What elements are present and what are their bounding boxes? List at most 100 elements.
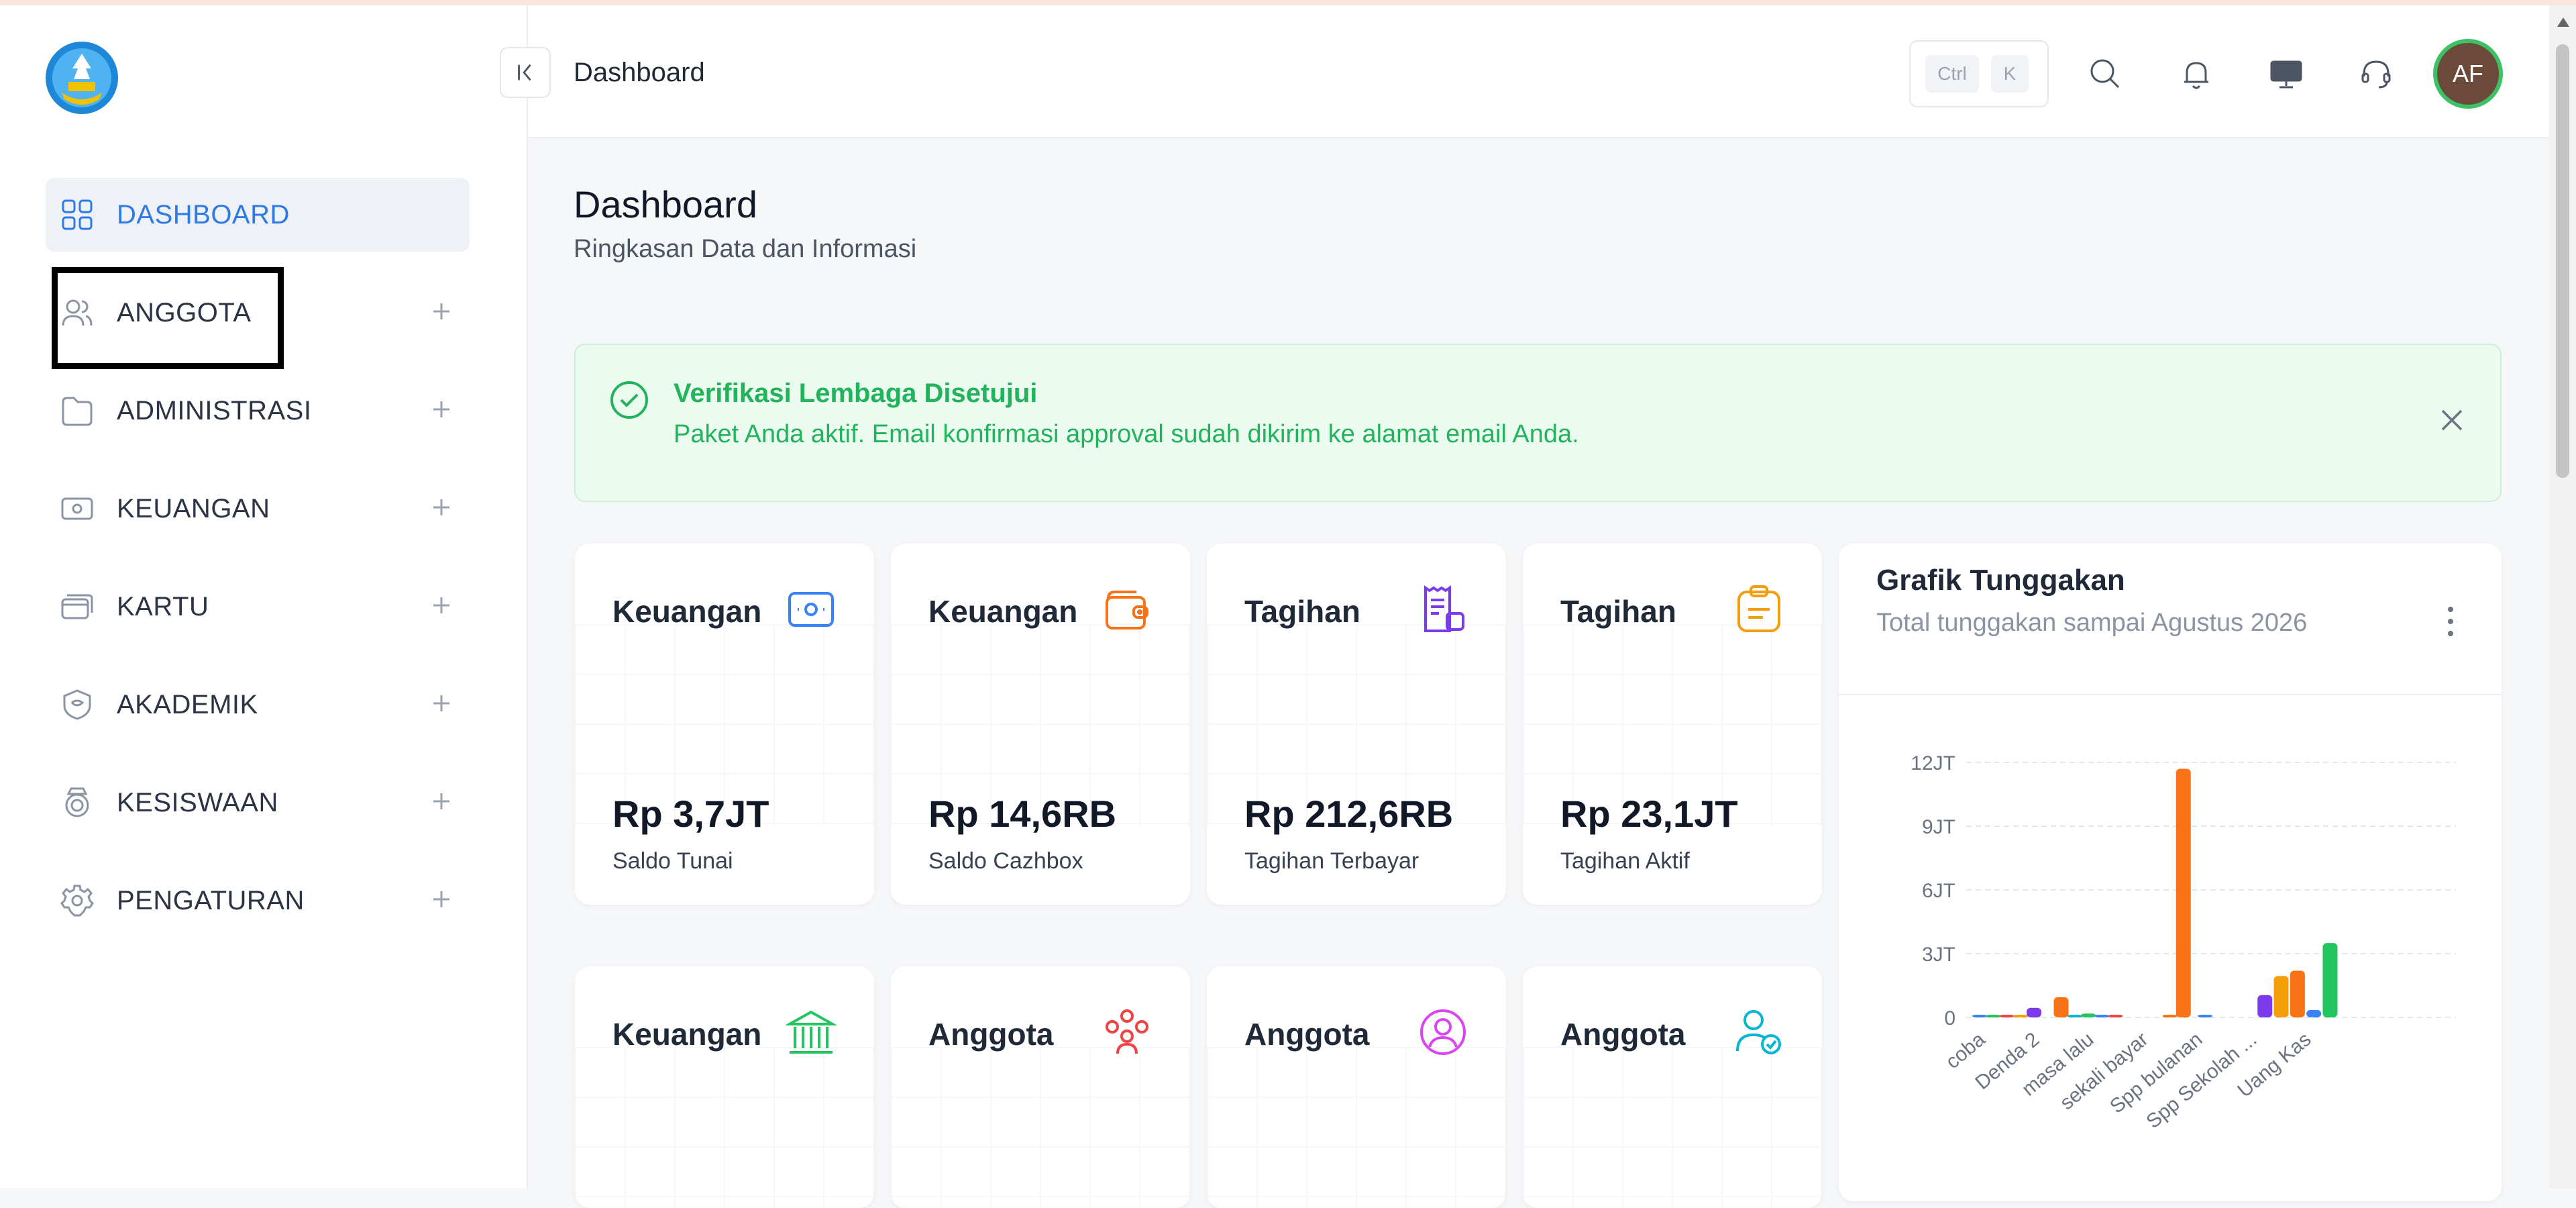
header-title: Dashboard — [574, 58, 705, 87]
page-scrollbar[interactable] — [2549, 5, 2576, 1189]
sidebar-item-label: KEUANGAN — [117, 494, 270, 523]
chart-bar — [2027, 1007, 2041, 1017]
expand-plus-icon[interactable] — [428, 396, 455, 423]
sidebar-item-administrasi[interactable]: ADMINISTRASI — [46, 374, 470, 448]
stat-card-anggota-user[interactable]: Anggota — [1207, 966, 1506, 1208]
chart-bar — [2257, 995, 2273, 1017]
grid-icon — [62, 199, 93, 230]
bell-icon[interactable] — [2178, 55, 2215, 93]
expand-plus-icon[interactable] — [428, 886, 455, 913]
ctrl-key: Ctrl — [1925, 55, 1979, 93]
stat-card-tagihan-terbayar[interactable]: Tagihan Rp 212,6RB Tagihan Terbayar — [1207, 544, 1506, 905]
expand-plus-icon[interactable] — [428, 298, 455, 325]
stat-card-keuangan[interactable]: Keuangan — [575, 966, 874, 1208]
card-title: Tagihan — [1244, 594, 1360, 629]
scroll-up-arrow[interactable] — [2557, 17, 2569, 27]
folder-icon — [62, 397, 93, 426]
y-tick-label: 0 — [1944, 1007, 1955, 1029]
user-avatar[interactable]: AF — [2433, 39, 2503, 109]
card-label: Saldo Tunai — [612, 848, 733, 874]
expand-plus-icon[interactable] — [428, 788, 455, 815]
chart-bar — [2081, 1013, 2096, 1017]
sidebar-item-dashboard[interactable]: DASHBOARD — [46, 178, 470, 252]
wallet-icon — [1106, 591, 1148, 630]
y-tick-label: 9JT — [1922, 816, 1955, 838]
card-pattern — [891, 1047, 1190, 1208]
cash-icon — [788, 592, 834, 627]
stat-card-anggota-check[interactable]: Anggota — [1523, 966, 1822, 1208]
top-accent-line — [0, 0, 2576, 5]
scroll-thumb[interactable] — [2556, 44, 2569, 478]
bar-chart: 03JT6JT9JT12JTcobaDenda 2masa lalusekali… — [1911, 752, 2456, 1133]
card-label: Saldo Cazhbox — [928, 848, 1083, 874]
chart-bar — [2273, 976, 2289, 1017]
sidebar-item-keuangan[interactable]: KEUANGAN — [46, 472, 470, 546]
chart-title: Grafik Tunggakan — [1876, 564, 2125, 597]
command-palette-button[interactable]: Ctrl K — [1909, 40, 2049, 107]
user-circle-icon — [1420, 1009, 1466, 1055]
card-title: Anggota — [928, 1017, 1054, 1052]
collapse-sidebar-button[interactable] — [500, 47, 551, 98]
user-check-icon — [1736, 1010, 1781, 1054]
chart-bar — [2306, 1009, 2322, 1017]
card-value: Rp 23,1JT — [1560, 793, 1738, 835]
search-icon[interactable] — [2086, 55, 2124, 93]
y-tick-label: 12JT — [1911, 752, 1955, 774]
expand-plus-icon[interactable] — [428, 494, 455, 521]
sidebar-item-label: AKADEMIK — [117, 690, 258, 719]
stat-card-tagihan-aktif[interactable]: Tagihan Rp 23,1JT Tagihan Aktif — [1523, 544, 1822, 905]
sidebar-item-kesiswaan[interactable]: KESISWAAN — [46, 766, 470, 840]
chart-bar — [1999, 1015, 2015, 1017]
chart-bar — [2176, 768, 2191, 1017]
group-icon — [1106, 1009, 1148, 1054]
student-icon — [65, 787, 89, 817]
card-label: Tagihan Aktif — [1560, 848, 1690, 874]
card-pattern — [1207, 1047, 1506, 1208]
chart-bar — [2094, 1015, 2110, 1017]
headset-icon[interactable] — [2357, 55, 2395, 93]
page-title: Dashboard — [574, 183, 757, 225]
sidebar-item-akademik[interactable]: AKADEMIK — [46, 668, 470, 742]
sidebar: DASHBOARD ANGGOTA ADMINISTRASI KEUANGAN … — [0, 5, 528, 1189]
close-icon[interactable] — [2436, 404, 2468, 436]
sidebar-item-label: KESISWAAN — [117, 788, 278, 817]
chart-bar — [2322, 943, 2338, 1017]
card-value: Rp 212,6RB — [1244, 793, 1454, 835]
chart-bar — [1986, 1015, 2001, 1017]
receipt-icon — [1424, 585, 1464, 632]
monitor-icon[interactable] — [2267, 55, 2305, 93]
stat-card-anggota-group[interactable]: Anggota — [891, 966, 1190, 1208]
expand-plus-icon[interactable] — [428, 690, 455, 717]
alert-title: Verifikasi Lembaga Disetujui — [674, 379, 1038, 408]
chart-bar — [1972, 1015, 1987, 1017]
sidebar-item-label: KARTU — [117, 592, 209, 621]
chart-card-tunggakan: Grafik Tunggakan Total tunggakan sampai … — [1839, 544, 2502, 1201]
card-value: Rp 3,7JT — [612, 793, 769, 835]
collapse-icon — [518, 64, 531, 81]
institution-logo — [46, 42, 118, 114]
card-icon — [61, 594, 93, 619]
bank-icon — [786, 1010, 837, 1054]
sidebar-item-kartu[interactable]: KARTU — [46, 570, 470, 644]
chart-bar — [2012, 1015, 2028, 1017]
clipboard-icon — [1737, 585, 1780, 632]
chart-bar — [2198, 1015, 2213, 1017]
chart-bar — [2067, 1015, 2082, 1017]
x-tick-label: coba — [1941, 1028, 1989, 1073]
card-title: Keuangan — [612, 1017, 762, 1052]
card-title: Anggota — [1244, 1017, 1370, 1052]
stat-card-saldo-tunai[interactable]: Keuangan Rp 3,7JT Saldo Tunai — [575, 544, 874, 905]
card-title: Anggota — [1560, 1017, 1686, 1052]
chart-bar — [2108, 1015, 2123, 1017]
chart-bar — [2053, 997, 2069, 1017]
y-tick-label: 3JT — [1922, 944, 1955, 966]
money-icon — [61, 497, 93, 520]
stat-card-saldo-cazhbox[interactable]: Keuangan Rp 14,6RB Saldo Cazhbox — [891, 544, 1190, 905]
card-title: Keuangan — [612, 594, 762, 629]
k-key: K — [1991, 55, 2029, 93]
expand-plus-icon[interactable] — [428, 592, 455, 619]
card-pattern — [1523, 1047, 1822, 1208]
more-vertical-icon[interactable] — [2444, 601, 2457, 642]
y-tick-label: 6JT — [1922, 880, 1955, 902]
sidebar-item-pengaturan[interactable]: PENGATURAN — [46, 864, 470, 938]
